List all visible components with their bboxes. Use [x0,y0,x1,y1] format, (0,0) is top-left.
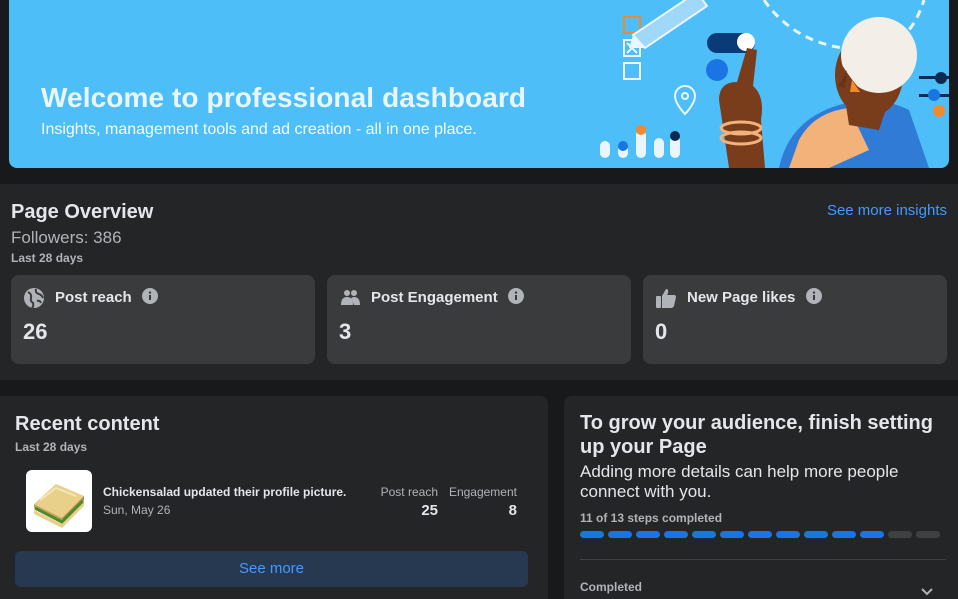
post-title[interactable]: Chickensalad updated their profile pictu… [103,485,346,499]
post-reach-column: Post reach 25 [381,485,438,519]
recent-content-title: Recent content [15,413,160,435]
info-icon[interactable] [805,288,822,304]
metric-label: New Page likes [687,289,796,306]
progress-segment [608,531,632,538]
welcome-banner: Welcome to professional dashboard Insigh… [9,0,949,168]
post-thumbnail[interactable] [26,470,92,532]
post-reach-value: 25 [421,502,438,519]
metric-new-page-likes[interactable]: New Page likes 0 [643,275,947,364]
professional-dashboard: Welcome to professional dashboard Insigh… [0,0,958,599]
recent-content-period: Last 28 days [15,440,88,454]
engagement-label: Engagement [448,485,517,499]
see-more-button[interactable]: See more [15,551,528,587]
post-date: Sun, May 26 [103,503,171,517]
metric-post-reach[interactable]: Post reach 26 [11,275,315,364]
setup-description: Adding more details can help more people… [580,462,899,501]
progress-segment [664,531,688,538]
completed-section-label: Completed [580,580,643,594]
progress-segment [580,531,604,538]
progress-segment [804,531,828,538]
metric-post-engagement[interactable]: Post Engagement 3 [327,275,631,364]
see-more-insights-link[interactable]: See more insights [827,202,947,219]
setup-title: To grow your audience, finish setting up… [580,412,933,458]
divider [580,559,946,560]
globe-icon [24,288,44,309]
followers-count: Followers: 386 [11,228,122,247]
setup-progress-bar [580,531,940,538]
progress-segment [692,531,716,538]
progress-segment [888,531,912,538]
progress-segment [720,531,744,538]
overview-period: Last 28 days [11,251,84,265]
metric-value: 3 [339,319,352,344]
sandwich-image [34,484,85,528]
recent-content-card: Recent content Last 28 days Chickensalad… [0,396,548,599]
banner-subtitle: Insights, management tools and ad creati… [41,121,477,138]
engagement-column: Engagement 8 [449,485,517,519]
progress-segment [832,531,856,538]
metric-value: 0 [655,319,668,344]
metric-value: 26 [23,319,48,344]
page-overview-title: Page Overview [11,201,154,223]
metric-label: Post Engagement [371,289,498,306]
thumbs-up-icon [656,289,676,308]
progress-segment [748,531,772,538]
post-reach-label: Post reach [380,485,438,499]
info-icon[interactable] [141,288,158,304]
page-overview: Page Overview Followers: 386 Last 28 day… [0,184,958,380]
banner-title: Welcome to professional dashboard [41,82,527,113]
metric-label: Post reach [55,289,132,306]
progress-segment [776,531,800,538]
banner-illustration [600,0,949,168]
people-icon [341,290,360,305]
progress-segment [916,531,940,538]
chevron-down-icon[interactable] [920,586,934,596]
setup-page-card: To grow your audience, finish setting up… [564,396,958,599]
info-icon[interactable] [507,288,524,304]
progress-segment [636,531,660,538]
progress-segment [860,531,884,538]
setup-steps-text: 11 of 13 steps completed [580,511,723,525]
engagement-value: 8 [508,502,517,519]
